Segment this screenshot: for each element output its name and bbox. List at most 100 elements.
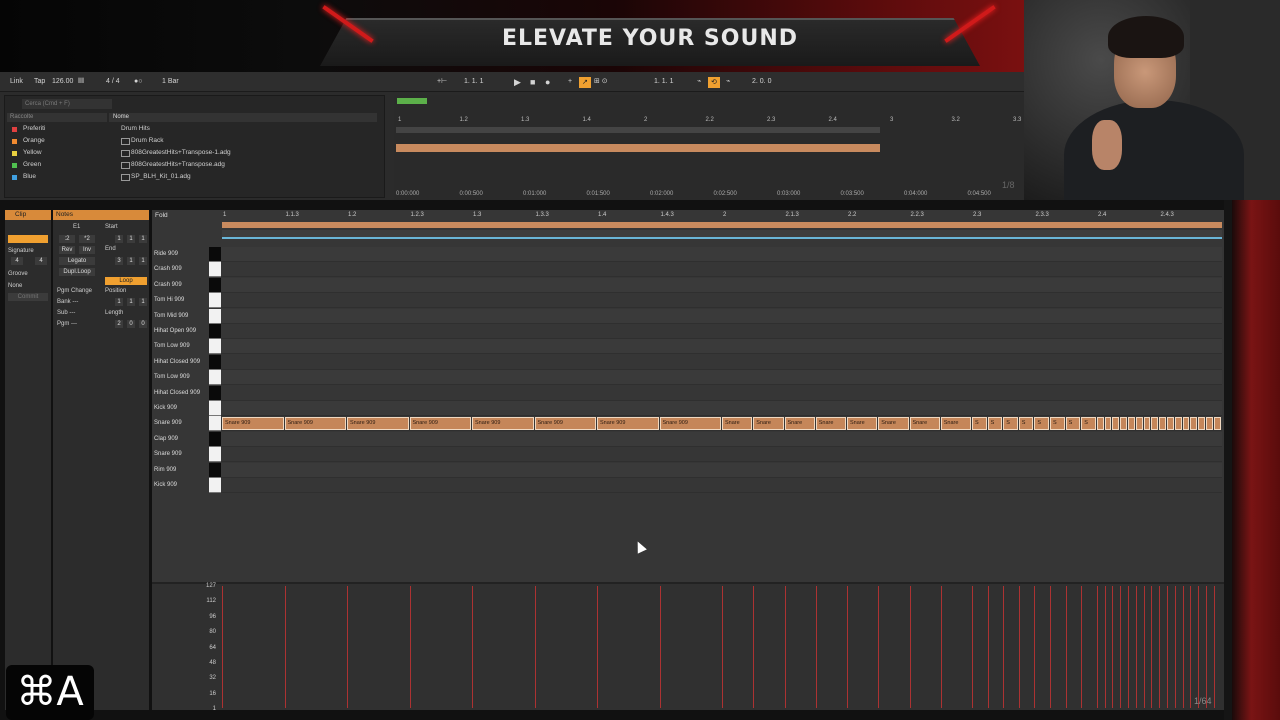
- drum-lane[interactable]: Clap 909: [152, 431, 1222, 447]
- velocity-marker[interactable]: [1182, 586, 1184, 708]
- midi-note[interactable]: Snare 909: [472, 417, 534, 430]
- drum-lane-name[interactable]: Crash 909: [154, 262, 210, 277]
- lane-grid[interactable]: [221, 339, 1222, 355]
- piano-key[interactable]: [209, 447, 221, 463]
- lane-grid[interactable]: [221, 431, 1222, 447]
- velocity-marker[interactable]: [1174, 586, 1176, 708]
- piano-key[interactable]: [209, 277, 221, 293]
- midi-note[interactable]: [1151, 417, 1159, 430]
- invert-button[interactable]: Inv: [79, 246, 95, 254]
- drum-lane[interactable]: Tom Hi 909: [152, 293, 1222, 309]
- length-beat[interactable]: 0: [127, 320, 135, 328]
- velocity-marker[interactable]: [1128, 586, 1129, 708]
- midi-note[interactable]: [1167, 417, 1174, 430]
- loop-start-field[interactable]: 1. 1. 1: [654, 76, 673, 88]
- drum-lane-name[interactable]: Kick 909: [154, 478, 210, 493]
- drum-lane[interactable]: Kick 909: [152, 478, 1222, 493]
- drum-lane-name[interactable]: Kick 909: [154, 401, 210, 416]
- midi-note[interactable]: Snare: [753, 417, 784, 430]
- drum-lane-name[interactable]: Tom Mid 909: [154, 309, 210, 324]
- drum-lane-name[interactable]: Hihat Closed 909: [154, 355, 210, 370]
- length-bar[interactable]: 2: [115, 320, 123, 328]
- length-sixteenth[interactable]: 0: [139, 320, 147, 328]
- overview-clip-thumb[interactable]: [396, 97, 428, 105]
- piano-key[interactable]: [209, 324, 221, 339]
- clip-tab[interactable]: Clip: [5, 210, 51, 220]
- midi-note[interactable]: [1120, 417, 1127, 430]
- loop-length-field[interactable]: 2. 0. 0: [752, 76, 771, 88]
- velocity-marker[interactable]: [284, 586, 286, 708]
- drum-lane[interactable]: Hihat Open 909: [152, 324, 1222, 339]
- lane-grid[interactable]: [221, 293, 1222, 309]
- end-bar[interactable]: 3: [115, 257, 123, 265]
- midi-note[interactable]: Snare 909: [534, 417, 596, 430]
- collection-item[interactable]: Orange: [7, 135, 105, 147]
- notes-tab[interactable]: Notes: [53, 210, 149, 220]
- piano-key[interactable]: [209, 416, 221, 432]
- velocity-marker[interactable]: [1190, 586, 1192, 708]
- record-icon[interactable]: ●: [545, 76, 550, 88]
- velocity-marker[interactable]: [878, 586, 880, 708]
- drum-lane[interactable]: Hihat Closed 909: [152, 354, 1222, 370]
- lane-grid[interactable]: [221, 308, 1222, 324]
- midi-note[interactable]: Snare 909: [659, 417, 721, 430]
- quantize-select[interactable]: 1 Bar: [162, 76, 179, 88]
- midi-note[interactable]: Snare: [878, 417, 909, 430]
- velocity-marker[interactable]: [1050, 586, 1051, 708]
- midi-note[interactable]: S: [1018, 417, 1034, 430]
- punch-out-icon[interactable]: ⌁: [726, 76, 730, 88]
- piano-key[interactable]: [209, 247, 221, 262]
- velocity-marker[interactable]: [847, 586, 848, 708]
- overdub-icon[interactable]: +: [568, 76, 572, 88]
- velocity-marker[interactable]: [972, 586, 973, 708]
- velocity-marker[interactable]: [1167, 586, 1168, 708]
- end-sixteenth[interactable]: 1: [139, 257, 147, 265]
- velocity-marker[interactable]: [1112, 586, 1114, 708]
- piano-key[interactable]: [209, 385, 221, 401]
- start-sixteenth[interactable]: 1: [139, 235, 147, 243]
- velocity-marker[interactable]: [1018, 586, 1020, 708]
- midi-note[interactable]: S: [1081, 417, 1096, 430]
- bank-field[interactable]: Bank ---: [57, 299, 78, 305]
- drum-lane-name[interactable]: Hihat Open 909: [154, 324, 210, 339]
- piano-key[interactable]: [209, 431, 221, 447]
- velocity-marker[interactable]: [987, 586, 989, 708]
- lane-grid[interactable]: [221, 324, 1222, 339]
- file-item[interactable]: 808GreatestHits+Transpose-1.adg: [109, 147, 377, 159]
- drum-lane[interactable]: Hihat Closed 909: [152, 385, 1222, 401]
- midi-note[interactable]: [1096, 417, 1104, 430]
- velocity-marker[interactable]: [409, 586, 411, 708]
- follow-icon[interactable]: +⊢: [437, 76, 447, 88]
- velocity-marker[interactable]: [1213, 586, 1215, 708]
- pgm-field[interactable]: Pgm ---: [57, 321, 77, 327]
- drum-lane-name[interactable]: Crash 909: [154, 278, 210, 293]
- midi-note[interactable]: [1159, 417, 1166, 430]
- drum-lane-name[interactable]: Rim 909: [154, 463, 210, 478]
- file-item[interactable]: 808GreatestHits+Transpose.adg: [109, 159, 377, 171]
- midi-note[interactable]: [1206, 417, 1213, 430]
- search-input[interactable]: Cerca (Cmd + F): [22, 99, 112, 109]
- signature-numerator[interactable]: 4: [11, 257, 23, 265]
- midi-note[interactable]: [1128, 417, 1135, 430]
- velocity-marker[interactable]: [1198, 586, 1200, 708]
- midi-note[interactable]: Snare 909: [597, 417, 659, 430]
- midi-note[interactable]: S: [1065, 417, 1081, 430]
- velocity-marker[interactable]: [1034, 586, 1036, 708]
- lane-grid[interactable]: [221, 462, 1222, 478]
- midi-note[interactable]: S: [1003, 417, 1018, 430]
- lane-grid[interactable]: [221, 370, 1222, 386]
- halve-button[interactable]: :2: [59, 235, 75, 243]
- midi-note[interactable]: [1213, 417, 1221, 430]
- clip-color-select[interactable]: [8, 235, 48, 243]
- collection-item[interactable]: Blue: [7, 171, 105, 183]
- piano-key[interactable]: [209, 370, 221, 386]
- midi-note[interactable]: [1198, 417, 1205, 430]
- record-mode-icon[interactable]: ●○: [134, 76, 142, 88]
- drum-lane-name[interactable]: Clap 909: [154, 432, 210, 447]
- piano-key[interactable]: [209, 293, 221, 309]
- drum-lane[interactable]: Crash 909: [152, 277, 1222, 293]
- drum-lane-name[interactable]: Snare 909: [154, 447, 210, 462]
- drum-lane-name[interactable]: Tom Hi 909: [154, 293, 210, 308]
- overview-ruler[interactable]: 1 1.2 1.3 1.4 2 2.2 2.3 2.4 3 3.2 3.3: [394, 117, 1024, 127]
- midi-note[interactable]: Snare: [909, 417, 940, 430]
